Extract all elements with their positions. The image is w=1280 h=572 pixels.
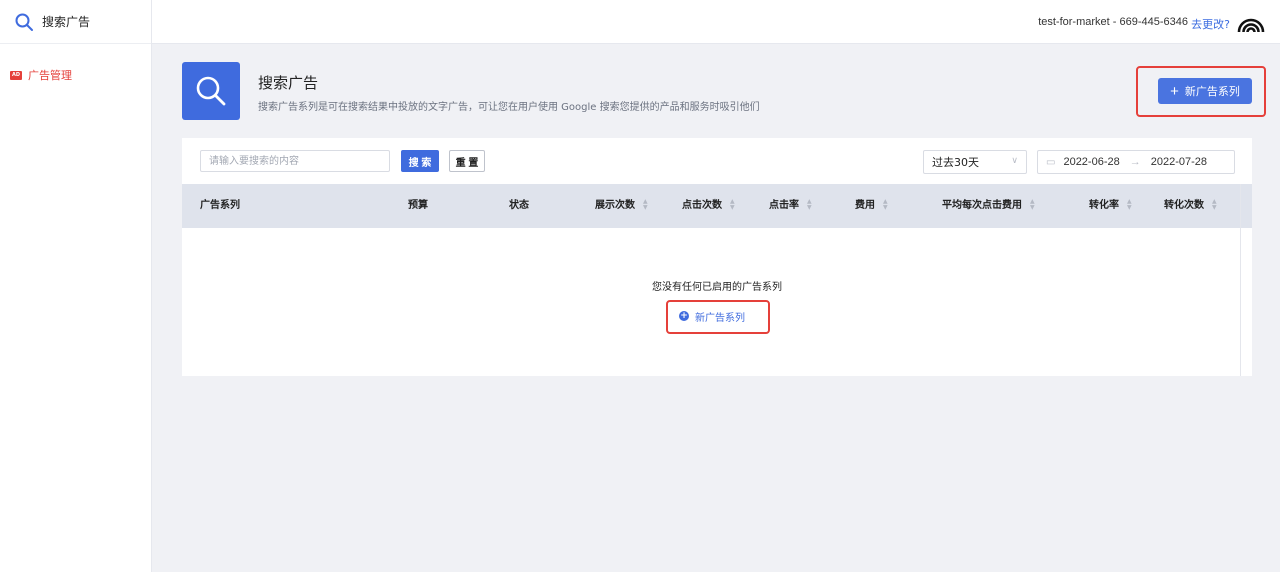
column-header-campaign: 广告系列 [200,200,240,211]
column-header-ctr[interactable]: 点击率 ▲ ▼ [769,184,812,228]
sidebar: 搜索广告 AD 广告管理 [0,0,152,572]
search-input[interactable] [200,150,390,172]
arrow-right-icon: → [1129,156,1141,168]
empty-new-campaign-link[interactable]: + 新广告系列 [679,308,745,324]
new-campaign-label: 新广告系列 [1184,86,1240,98]
search-icon [15,13,33,31]
chevron-down-icon: ∨ [1011,156,1018,166]
reset-button[interactable]: 重 置 [449,150,485,172]
column-header-conversions[interactable]: 转化次数 ▲ ▼ [1164,184,1217,228]
table-header: 广告系列 预算 状态 展示次数 ▲ ▼ 点击次数 ▲ ▼ 点击率 ▲ ▼ 费用 ▲ ▼ 平均每次… [182,184,1252,228]
ad-icon: AD [10,70,22,80]
date-range-select[interactable]: 过去30天 ∨ [923,150,1027,174]
date-range-picker[interactable]: ▭ 2022-06-28 → 2022-07-28 [1037,150,1235,174]
empty-state-text: 您没有任何已启用的广告系列 [652,282,782,293]
plus-icon: + [1170,82,1179,100]
sort-icon[interactable]: ▲ ▼ [643,199,648,211]
search-ads-logo [182,62,240,120]
range-select-value: 过去30天 [932,156,979,169]
change-account-link[interactable]: 去更改? [1191,16,1230,32]
column-header-budget: 预算 [408,200,428,211]
topbar: test-for-market - 669-445-6346 去更改? [152,0,1280,44]
sort-icon[interactable]: ▲ ▼ [883,199,888,211]
date-end: 2022-07-28 [1150,156,1208,168]
plus-circle-icon: + [679,311,689,321]
empty-new-campaign-label: 新广告系列 [695,312,745,324]
sort-icon[interactable]: ▲ ▼ [1030,199,1035,211]
campaign-table-card: 搜 索 重 置 过去30天 ∨ ▭ 2022-06-28 → 2022-07-2… [182,138,1252,376]
new-campaign-button[interactable]: + 新广告系列 [1158,78,1252,104]
search-button[interactable]: 搜 索 [401,150,439,172]
column-header-avg-cpc[interactable]: 平均每次点击费用 ▲ ▼ [942,184,1035,228]
sort-icon[interactable]: ▲ ▼ [807,199,812,211]
sort-icon[interactable]: ▲ ▼ [1127,199,1132,211]
column-header-conversion-rate[interactable]: 转化率 ▲ ▼ [1089,184,1132,228]
sidebar-title: 搜索广告 [42,15,91,29]
page-title: 搜索广告 [258,74,319,92]
scrollbar-header [1240,184,1252,228]
sidebar-item-label: 广告管理 [28,69,72,82]
fingerprint-icon[interactable] [1236,10,1266,36]
search-icon [196,76,226,106]
account-label: test-for-market - 669-445-6346 [1038,16,1188,28]
column-header-impressions[interactable]: 展示次数 ▲ ▼ [595,184,648,228]
sort-icon[interactable]: ▲ ▼ [1212,199,1217,211]
sidebar-item-ad-management[interactable]: AD 广告管理 [0,66,151,84]
column-header-clicks[interactable]: 点击次数 ▲ ▼ [682,184,735,228]
date-start: 2022-06-28 [1063,156,1120,168]
sort-icon[interactable]: ▲ ▼ [730,199,735,211]
column-header-status: 状态 [509,200,529,211]
column-header-cost[interactable]: 费用 ▲ ▼ [855,184,888,228]
sidebar-header: 搜索广告 [0,0,151,44]
calendar-icon: ▭ [1046,156,1056,168]
page-description: 搜索广告系列是可在搜索结果中投放的文字广告，可让您在用户使用 Google 搜索… [258,102,760,113]
